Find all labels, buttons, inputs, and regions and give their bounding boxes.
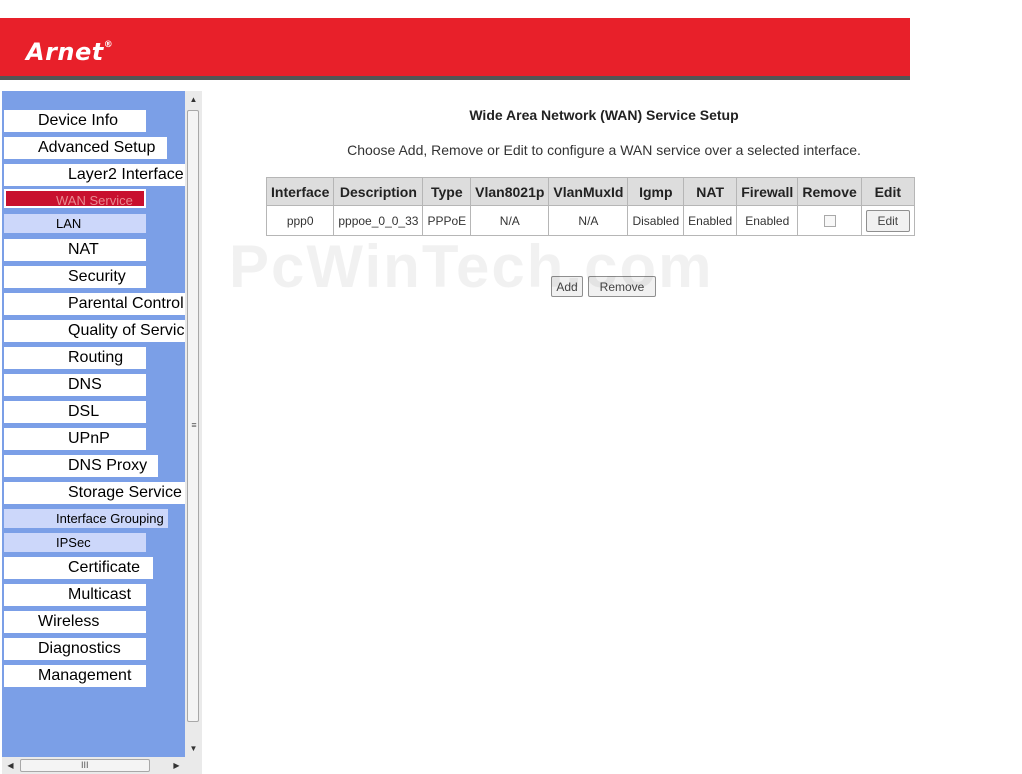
page-title: Wide Area Network (WAN) Service Setup [469, 107, 739, 123]
cell-remove [798, 206, 861, 235]
sidebar-item-advanced-setup[interactable]: Advanced Setup [4, 137, 167, 159]
remove-checkbox[interactable] [823, 215, 836, 228]
wan-service-table: Interface Description Type Vlan8021p Vla… [266, 177, 915, 236]
sidebar-item-wan-service[interactable]: WAN Service [4, 189, 146, 208]
sidebar-item-diagnostics[interactable]: Diagnostics [4, 638, 146, 660]
sidebar-item-dsl[interactable]: DSL [4, 401, 146, 423]
column-header-type: Type [423, 178, 471, 205]
scroll-down-arrow-icon[interactable]: ▼ [185, 740, 202, 757]
column-header-interface: Interface [267, 178, 334, 205]
sidebar-item-ipsec[interactable]: IPSec [4, 533, 146, 552]
sidebar-item-management[interactable]: Management [4, 665, 146, 687]
sidebar-item-layer2-interface[interactable]: Layer2 Interface [4, 164, 185, 186]
sidebar-item-certificate[interactable]: Certificate [4, 557, 153, 579]
sidebar-item-parental-control[interactable]: Parental Control [4, 293, 185, 315]
sidebar-item-multicast[interactable]: Multicast [4, 584, 146, 606]
column-header-remove: Remove [798, 178, 861, 205]
column-header-vlanmuxid: VlanMuxId [549, 178, 628, 205]
logo-text: Arnet [26, 38, 104, 66]
sidebar-item-security[interactable]: Security [4, 266, 146, 288]
cell-interface: ppp0 [267, 206, 334, 235]
sidebar-item-lan[interactable]: LAN [4, 214, 146, 233]
sidebar-item-device-info[interactable]: Device Info [4, 110, 146, 132]
scroll-left-arrow-icon[interactable]: ◀ [2, 757, 19, 774]
column-header-igmp: Igmp [628, 178, 684, 205]
vertical-scroll-thumb[interactable]: ≡ [187, 110, 199, 722]
cell-edit: Edit [861, 206, 914, 235]
logo-registered-mark: ® [103, 40, 114, 50]
sidebar-horizontal-scrollbar[interactable]: ◀ III ▶ [2, 757, 185, 774]
sidebar-item-dns[interactable]: DNS [4, 374, 146, 396]
cell-description: pppoe_0_0_33 [334, 206, 423, 235]
arnet-logo: Arnet® [26, 38, 113, 66]
sidebar-menu: Device Info Advanced Setup Layer2 Interf… [2, 91, 185, 757]
sidebar-item-routing[interactable]: Routing [4, 347, 146, 369]
scroll-right-arrow-icon[interactable]: ▶ [168, 757, 185, 774]
page-description: Choose Add, Remove or Edit to configure … [347, 142, 861, 158]
sidebar-item-wireless[interactable]: Wireless [4, 611, 146, 633]
cell-vlan8021p: N/A [471, 206, 549, 235]
cell-vlanmuxid: N/A [549, 206, 628, 235]
sidebar-item-quality-of-service[interactable]: Quality of Service [4, 320, 185, 342]
sidebar-item-dns-proxy[interactable]: DNS Proxy [4, 455, 158, 477]
column-header-nat: NAT [684, 178, 737, 205]
remove-button[interactable]: Remove [588, 276, 656, 297]
scroll-up-arrow-icon[interactable]: ▲ [185, 91, 202, 108]
column-header-vlan8021p: Vlan8021p [471, 178, 549, 205]
scroll-grip-icon: ≡ [191, 420, 197, 430]
scroll-grip-icon: III [81, 760, 89, 770]
column-header-description: Description [334, 178, 423, 205]
sidebar-item-interface-grouping[interactable]: Interface Grouping [4, 509, 168, 528]
sidebar-item-upnp[interactable]: UPnP [4, 428, 146, 450]
cell-type: PPPoE [423, 206, 471, 235]
horizontal-scroll-thumb[interactable]: III [20, 759, 150, 772]
cell-igmp: Disabled [628, 206, 684, 235]
column-header-firewall: Firewall [737, 178, 798, 205]
cell-firewall: Enabled [737, 206, 798, 235]
scrollbar-corner [185, 757, 202, 774]
edit-button[interactable]: Edit [865, 209, 910, 232]
sidebar-item-storage-service[interactable]: Storage Service [4, 482, 185, 504]
sidebar-vertical-scrollbar[interactable]: ▲ ≡ ▼ [185, 91, 202, 757]
table-row: ppp0 pppoe_0_0_33 PPPoE N/A N/A Disabled… [267, 206, 914, 235]
add-button[interactable]: Add [551, 276, 583, 297]
table-header-row: Interface Description Type Vlan8021p Vla… [267, 178, 914, 205]
column-header-edit: Edit [861, 178, 914, 205]
cell-nat: Enabled [684, 206, 737, 235]
sidebar-item-nat[interactable]: NAT [4, 239, 146, 261]
header-bar: Arnet® [0, 18, 910, 80]
